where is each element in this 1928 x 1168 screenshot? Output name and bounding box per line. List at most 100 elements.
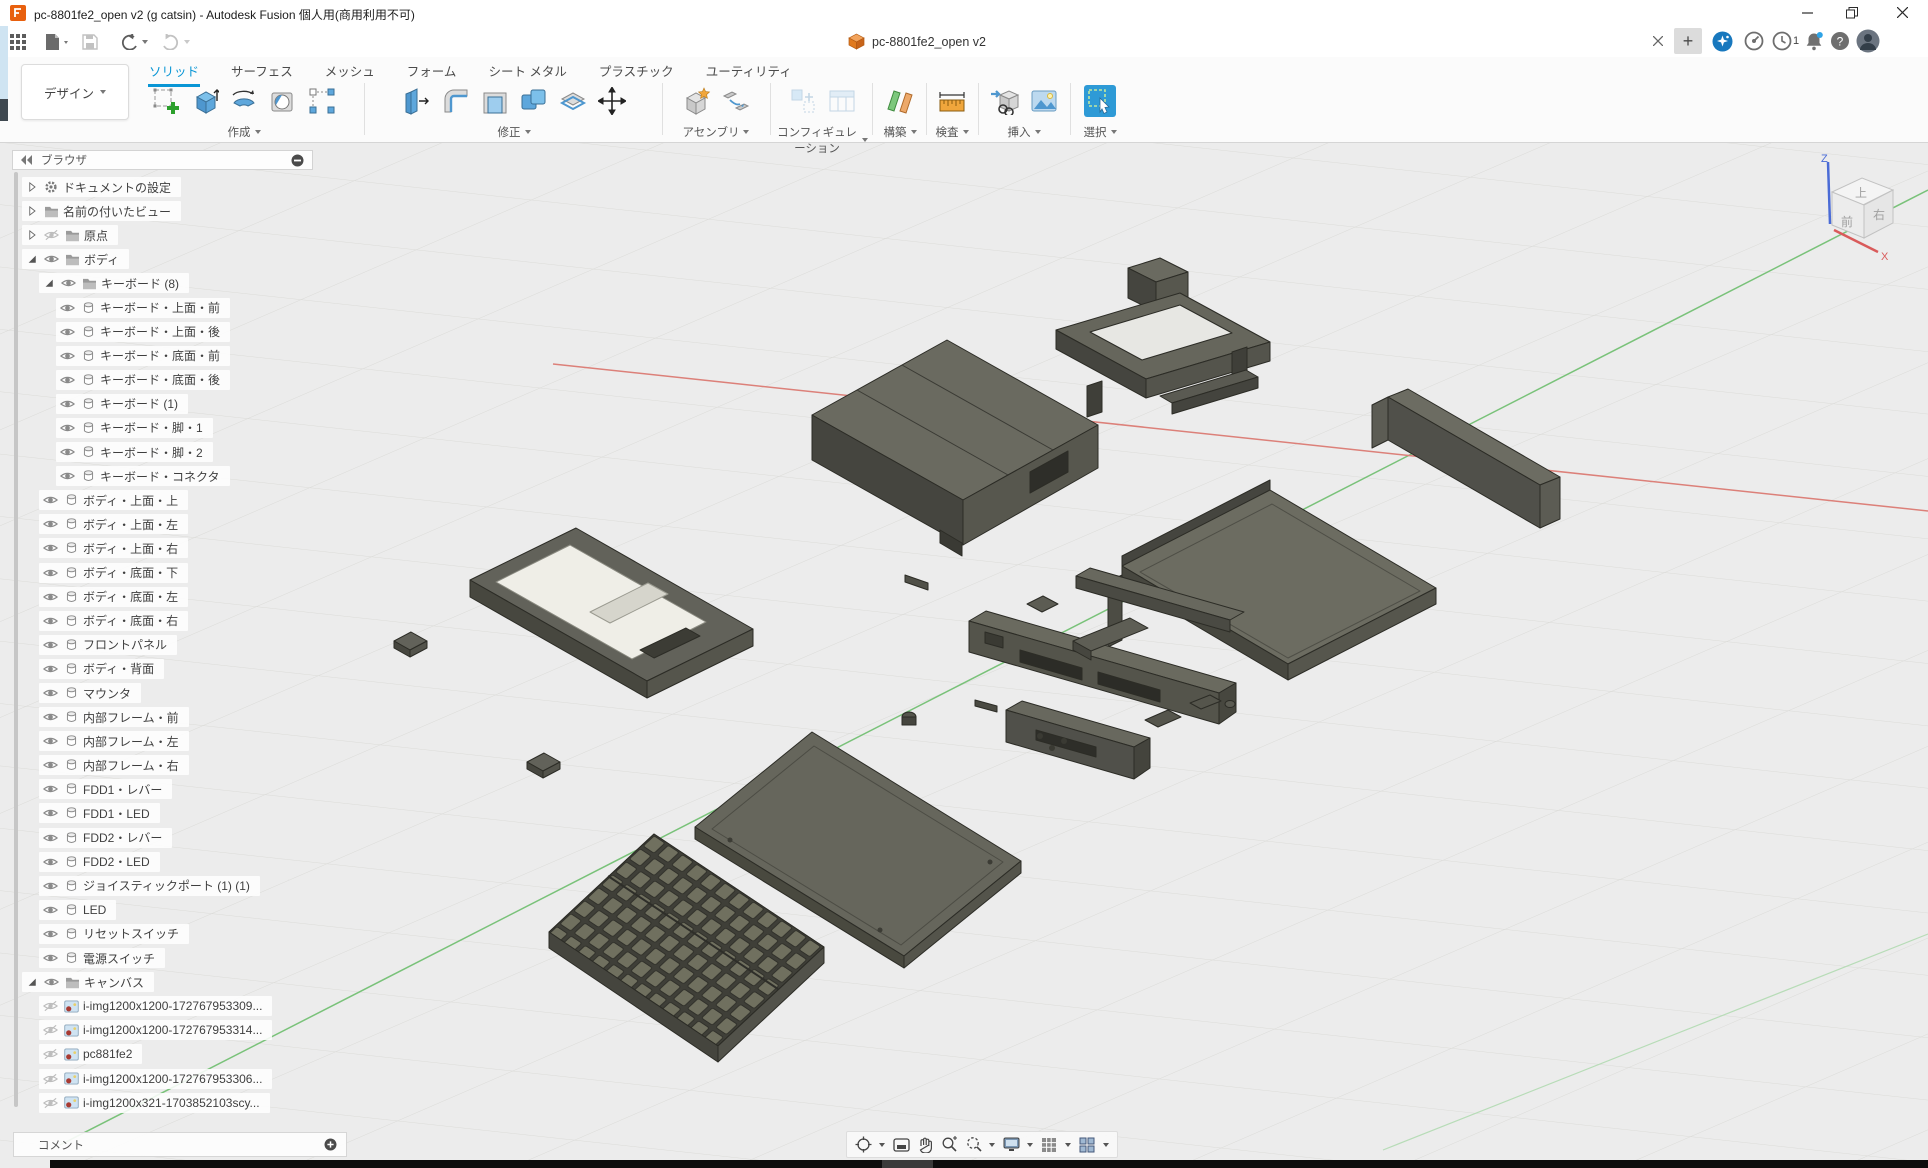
visibility-eye-icon[interactable]	[41, 783, 59, 795]
visibility-eye-icon[interactable]	[58, 302, 76, 314]
tree-row[interactable]: キーボード・上面・後	[56, 322, 230, 342]
create-sketch-button[interactable]	[149, 80, 183, 122]
new-component-button[interactable]	[680, 80, 714, 122]
orbit-dropdown-caret[interactable]	[879, 1143, 885, 1147]
ai-assistant-icon[interactable]	[1710, 29, 1734, 53]
file-menu-button[interactable]	[44, 30, 70, 54]
expand-open-icon[interactable]	[41, 277, 56, 289]
select-group-dropdown[interactable]: 選択	[1074, 124, 1126, 140]
look-at-button[interactable]	[891, 1135, 911, 1155]
remove-filter-icon[interactable]	[291, 154, 304, 167]
hole-button[interactable]	[266, 80, 300, 122]
zoom-button[interactable]	[939, 1135, 959, 1155]
tree-row[interactable]: キーボード・底面・後	[56, 370, 230, 390]
visibility-eye-icon[interactable]	[41, 663, 59, 675]
tree-row[interactable]: FDD2・レバー	[39, 828, 172, 848]
rectangular-pattern-button[interactable]	[305, 80, 339, 122]
close-button[interactable]	[1882, 0, 1922, 25]
create-group-dropdown[interactable]: 作成	[128, 124, 360, 140]
tree-row[interactable]: 名前の付いたビュー	[22, 201, 181, 221]
split-body-button[interactable]	[556, 80, 590, 122]
insert-derive-button[interactable]	[988, 80, 1022, 122]
document-tab-close-button[interactable]	[1646, 29, 1670, 53]
tree-row[interactable]: ボディ・底面・左	[39, 587, 188, 607]
joint-button[interactable]	[719, 80, 753, 122]
visibility-eye-icon[interactable]	[41, 591, 59, 603]
insert-group-dropdown[interactable]: 挿入	[982, 124, 1066, 140]
tree-row[interactable]: 内部フレーム・右	[39, 755, 189, 775]
zoom-window-dropdown-caret[interactable]	[989, 1143, 995, 1147]
visibility-eye-icon[interactable]	[58, 446, 76, 458]
visibility-eye-off-icon[interactable]	[42, 229, 60, 241]
browser-header[interactable]: ブラウザ	[12, 150, 313, 170]
new-tab-button[interactable]: +	[1674, 28, 1702, 54]
tree-row[interactable]: i-img1200x1200-172767953314...	[39, 1020, 272, 1040]
collapse-panel-icon[interactable]	[21, 155, 33, 165]
tree-row[interactable]: キーボード・コネクタ	[56, 466, 230, 486]
visibility-eye-icon[interactable]	[41, 880, 59, 892]
help-icon[interactable]: ?	[1828, 29, 1852, 53]
display-settings-dropdown-caret[interactable]	[1027, 1143, 1033, 1147]
tree-row[interactable]: i-img1200x1200-172767953306...	[39, 1069, 272, 1089]
tree-row[interactable]: キーボード (8)	[39, 273, 189, 293]
visibility-eye-icon[interactable]	[41, 639, 59, 651]
visibility-eye-icon[interactable]	[41, 518, 59, 530]
modify-group-dropdown[interactable]: 修正	[370, 124, 658, 140]
expand-open-icon[interactable]	[24, 253, 39, 265]
tree-row[interactable]: キーボード (1)	[56, 394, 188, 414]
tree-row[interactable]: フロントパネル	[39, 635, 177, 655]
orbit-button[interactable]	[853, 1135, 873, 1155]
tree-row[interactable]: 原点	[22, 225, 118, 245]
tree-row[interactable]: ボディ・底面・下	[39, 563, 188, 583]
add-comment-icon[interactable]	[324, 1138, 337, 1151]
inspect-group-dropdown[interactable]: 検査	[930, 124, 974, 140]
visibility-eye-off-icon[interactable]	[41, 1024, 59, 1036]
expand-open-icon[interactable]	[24, 976, 39, 988]
tree-row[interactable]: キーボード・上面・前	[56, 298, 230, 318]
visibility-eye-off-icon[interactable]	[41, 1048, 59, 1060]
zoom-window-button[interactable]	[963, 1135, 983, 1155]
construct-group-dropdown[interactable]: 構築	[878, 124, 922, 140]
visibility-eye-icon[interactable]	[58, 398, 76, 410]
tree-row[interactable]: ジョイスティックポート (1) (1)	[39, 876, 260, 896]
visibility-eye-icon[interactable]	[58, 422, 76, 434]
tree-row[interactable]: LED	[39, 900, 116, 920]
tree-row[interactable]: ボディ	[22, 249, 129, 269]
visibility-eye-off-icon[interactable]	[41, 1097, 59, 1109]
tree-row[interactable]: マウンタ	[39, 683, 141, 703]
press-pull-button[interactable]	[400, 80, 434, 122]
save-button[interactable]	[82, 30, 98, 54]
visibility-eye-icon[interactable]	[41, 494, 59, 506]
visibility-eye-icon[interactable]	[41, 687, 59, 699]
tree-row[interactable]: キーボード・底面・前	[56, 346, 230, 366]
job-status-clock-icon[interactable]	[1770, 29, 1794, 53]
expand-closed-icon[interactable]	[24, 205, 39, 217]
extrude-button[interactable]	[188, 80, 222, 122]
tree-row[interactable]: FDD1・LED	[39, 803, 160, 823]
browser-scrollbar[interactable]	[14, 172, 18, 1107]
visibility-eye-icon[interactable]	[41, 542, 59, 554]
insert-image-button[interactable]	[1027, 80, 1061, 122]
visibility-eye-icon[interactable]	[41, 856, 59, 868]
redo-button[interactable]	[162, 30, 192, 54]
tree-row[interactable]: i-img1200x1200-172767953309...	[39, 996, 272, 1016]
viewports-dropdown-caret[interactable]	[1103, 1143, 1109, 1147]
configuration-group-dropdown[interactable]: コンフィギュレーション	[776, 124, 868, 156]
tree-row[interactable]: FDD2・LED	[39, 852, 160, 872]
revolve-button[interactable]	[227, 80, 261, 122]
tree-row[interactable]: キャンバス	[22, 972, 154, 992]
assemble-group-dropdown[interactable]: アセンブリ	[666, 124, 766, 140]
tree-row[interactable]: ボディ・背面	[39, 659, 164, 679]
tree-row[interactable]: 電源スイッチ	[39, 948, 165, 968]
configuration-button[interactable]	[786, 80, 820, 122]
visibility-eye-off-icon[interactable]	[41, 1073, 59, 1085]
visibility-eye-icon[interactable]	[42, 253, 60, 265]
tree-row[interactable]: 内部フレーム・前	[39, 707, 189, 727]
display-settings-button[interactable]	[1001, 1135, 1021, 1155]
visibility-eye-icon[interactable]	[58, 326, 76, 338]
app-grid-menu-button[interactable]	[10, 30, 27, 54]
fillet-button[interactable]	[439, 80, 473, 122]
expand-closed-icon[interactable]	[24, 229, 39, 241]
move-copy-button[interactable]	[595, 80, 629, 122]
visibility-eye-icon[interactable]	[58, 470, 76, 482]
